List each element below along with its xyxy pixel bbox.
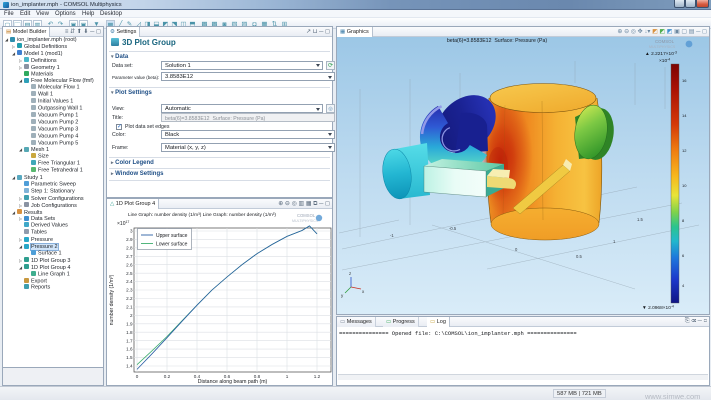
svg-text:1: 1	[286, 374, 289, 379]
svg-text:2.5: 2.5	[126, 271, 133, 276]
svg-text:2.4: 2.4	[126, 279, 133, 284]
svg-text:MULTIPHYSICS: MULTIPHYSICS	[292, 219, 319, 223]
svg-text:1.9: 1.9	[126, 321, 133, 326]
svg-text:1.2: 1.2	[314, 374, 321, 379]
svg-text:2.1: 2.1	[126, 305, 133, 310]
svg-text:0: 0	[136, 374, 139, 379]
svg-text:2.9: 2.9	[126, 237, 133, 242]
svg-text:2.8: 2.8	[126, 245, 133, 250]
svg-text:2.2: 2.2	[126, 296, 133, 301]
svg-text:▲ 2.2217×10-3: ▲ 2.2217×10-3	[645, 51, 677, 58]
svg-text:16: 16	[682, 78, 687, 83]
svg-text:2: 2	[130, 313, 133, 318]
svg-text:Upper surface: Upper surface	[156, 233, 188, 239]
svg-text:-0.5: -0.5	[449, 226, 457, 231]
svg-text:12: 12	[682, 148, 687, 153]
svg-text:1.5: 1.5	[126, 355, 133, 360]
svg-text:3: 3	[130, 229, 133, 234]
svg-text:2.7: 2.7	[126, 254, 133, 259]
svg-text:0.2: 0.2	[164, 374, 171, 379]
svg-text:1.7: 1.7	[126, 338, 133, 343]
svg-text:1.5: 1.5	[637, 217, 643, 222]
svg-text:10: 10	[682, 183, 687, 188]
svg-text:Lower surface: Lower surface	[156, 242, 188, 248]
svg-text:2.6: 2.6	[126, 262, 133, 267]
svg-text:COMSOL: COMSOL	[297, 213, 316, 218]
svg-text:0.5: 0.5	[576, 254, 582, 259]
svg-text:Distance along beam path (m): Distance along beam path (m)	[198, 379, 268, 385]
svg-text:COMSOL: COMSOL	[655, 39, 675, 44]
svg-text:1.4: 1.4	[126, 364, 133, 369]
svg-text:number density (1/m³): number density (1/m³)	[109, 274, 115, 325]
svg-text:1.8: 1.8	[126, 330, 133, 335]
svg-text:▼ 2.0968×10-4: ▼ 2.0968×10-4	[642, 305, 674, 312]
svg-text:Line Graph: number density (1/: Line Graph: number density (1/m³) Line G…	[128, 212, 276, 218]
svg-text:beta(6)=3.8583E12 Surface: Pr: beta(6)=3.8583E12 Surface: Pressure (Pa)	[447, 38, 547, 44]
svg-text:14: 14	[682, 113, 687, 118]
svg-text:1.6: 1.6	[126, 347, 133, 352]
svg-text:2.3: 2.3	[126, 288, 133, 293]
svg-text:MULTIPHYSICS: MULTIPHYSICS	[649, 45, 676, 49]
